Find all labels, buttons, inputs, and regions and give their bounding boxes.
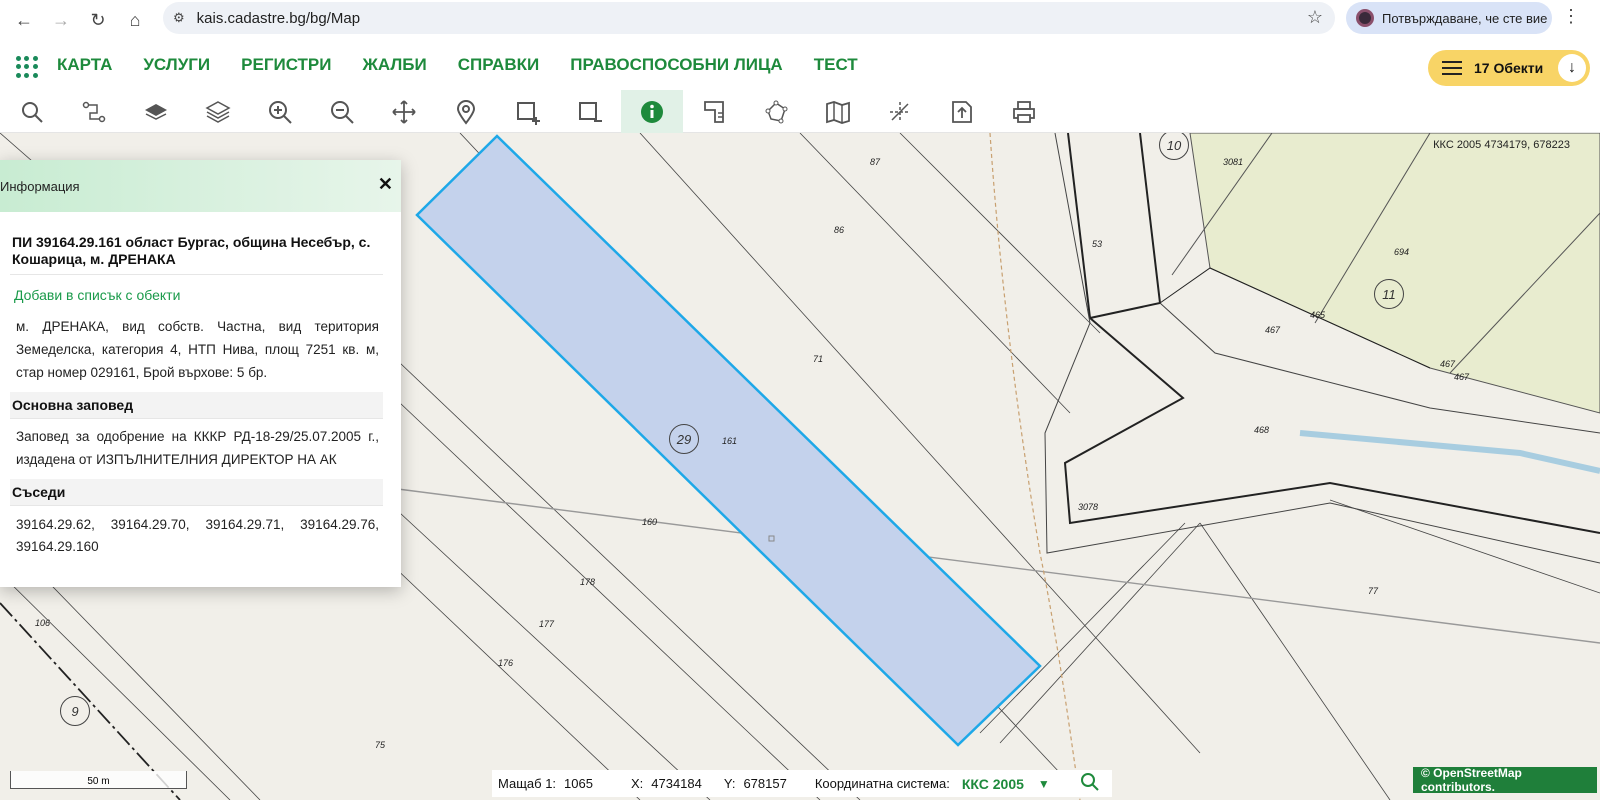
chevron-down-icon[interactable]: ▼	[1038, 777, 1050, 791]
verify-label: Потвърждаване, че сте вие	[1382, 10, 1548, 26]
print-icon[interactable]	[993, 90, 1055, 133]
map-label: 71	[813, 354, 824, 364]
menu-item-map[interactable]: КАРТА	[57, 55, 112, 75]
browser-menu-icon[interactable]: ⋮	[1562, 6, 1580, 27]
section-circle: 9	[60, 696, 90, 726]
profile-avatar	[1356, 9, 1374, 27]
info-panel-title: Информация	[0, 178, 80, 194]
map-label: 467	[1265, 325, 1281, 335]
select-remove-icon[interactable]	[559, 90, 621, 133]
hamburger-icon	[1442, 61, 1462, 75]
section-circle: 29	[669, 424, 699, 454]
scale-bar: 50 m	[10, 771, 187, 789]
add-to-list-link[interactable]: Добави в списък с обекти	[10, 275, 383, 309]
app-navigation: КАРТА УСЛУГИ РЕГИСТРИ ЖАЛБИ СПРАВКИ ПРАВ…	[0, 40, 1600, 90]
map-label: 75	[375, 740, 386, 750]
map-label: 694	[1394, 247, 1410, 257]
address-bar[interactable]: ⚙ kais.cadastre.bg/bg/Map ☆	[163, 2, 1335, 34]
browser-chrome: ← → ↻ ⌂ ⚙ kais.cadastre.bg/bg/Map ☆ Потв…	[0, 0, 1600, 40]
layers-icon[interactable]	[125, 90, 187, 133]
crs-select[interactable]: ККС 2005	[962, 776, 1024, 792]
site-info-icon[interactable]: ⚙	[173, 10, 185, 26]
arrow-down-icon[interactable]: ↓	[1558, 54, 1586, 82]
search-icon[interactable]	[1, 90, 63, 133]
map-label: 77	[1368, 586, 1379, 596]
x-label: X:	[630, 776, 644, 791]
export-icon[interactable]	[931, 90, 993, 133]
menu-item-licensed-persons[interactable]: ПРАВОСПОСОБНИ ЛИЦА	[570, 55, 783, 75]
menu-item-test[interactable]: ТЕСТ	[814, 55, 858, 75]
verify-identity-button[interactable]: Потвърждаване, че сте вие	[1346, 2, 1552, 34]
measure-icon[interactable]	[683, 90, 745, 133]
parcel-description: м. ДРЕНАКА, вид собств. Частна, вид тери…	[16, 319, 379, 380]
map-label: 468	[1254, 425, 1270, 435]
order-text: Заповед за одобрение на КККР РД-18-29/25…	[16, 429, 379, 467]
map-label: 3081	[1223, 157, 1244, 167]
bookmark-star-icon[interactable]: ☆	[1307, 7, 1323, 28]
map-label: 3078	[1078, 502, 1099, 512]
menu-item-complaints[interactable]: ЖАЛБИ	[363, 55, 427, 75]
map-label: 176	[498, 658, 514, 668]
info-panel: Информация ✕ ПИ 39164.29.161 област Бург…	[0, 160, 401, 587]
neighbors-heading: Съседи	[10, 479, 383, 506]
scale-value[interactable]: 1065	[564, 776, 593, 791]
map-label: 178	[580, 577, 596, 587]
select-add-icon[interactable]	[497, 90, 559, 133]
map-label: 53	[1092, 239, 1103, 249]
info-icon[interactable]	[621, 90, 683, 133]
objects-button[interactable]: 17 Обекти ↓	[1428, 50, 1590, 86]
pin-icon[interactable]	[435, 90, 497, 133]
scale-label: Мащаб 1:	[498, 776, 557, 791]
crs-label: Координатна система:	[814, 776, 950, 791]
zoom-out-icon[interactable]	[311, 90, 373, 133]
coordinates-readout: ККС 2005 4734179, 678223	[1433, 139, 1570, 151]
section-circle: 11	[1374, 279, 1404, 309]
menu-item-references[interactable]: СПРАВКИ	[458, 55, 540, 75]
map-toolbar	[0, 90, 1600, 133]
map-label: 465	[1310, 310, 1326, 320]
x-value: 4734184	[651, 776, 702, 791]
order-heading: Основна заповед	[10, 392, 383, 419]
forward-icon[interactable]: →	[43, 4, 79, 36]
url-text: kais.cadastre.bg/bg/Map	[196, 9, 361, 27]
apps-grid-icon[interactable]	[16, 56, 38, 78]
osm-attribution[interactable]: © OpenStreetMap contributors.	[1413, 766, 1597, 794]
map-label: 467	[1454, 372, 1470, 382]
pan-icon[interactable]	[373, 90, 435, 133]
cut-icon[interactable]	[869, 90, 931, 133]
y-label: Y:	[723, 776, 736, 791]
layers-stack-icon[interactable]	[187, 90, 249, 133]
map-label: 177	[539, 619, 555, 629]
map-label: 86	[834, 225, 845, 235]
info-panel-header: Информация ✕	[0, 160, 401, 212]
back-icon[interactable]: ←	[6, 4, 42, 36]
close-icon[interactable]: ✕	[378, 174, 393, 195]
polygon-icon[interactable]	[745, 90, 807, 133]
map-label: 87	[870, 157, 881, 167]
map-label: 160	[642, 517, 658, 527]
map-icon[interactable]	[807, 90, 869, 133]
y-value: 678157	[743, 776, 787, 791]
status-bar: Мащаб 1: 1065 X: 4734184 Y: 678157 Коорд…	[492, 770, 1112, 797]
main-menu: КАРТА УСЛУГИ РЕГИСТРИ ЖАЛБИ СПРАВКИ ПРАВ…	[57, 40, 889, 90]
parcel-title: ПИ 39164.29.161 област Бургас, община Не…	[10, 212, 383, 275]
coordinate-search-icon[interactable]	[1080, 772, 1100, 795]
menu-item-services[interactable]: УСЛУГИ	[143, 55, 210, 75]
map-label: 106	[35, 618, 51, 628]
neighbors-list: 39164.29.62, 39164.29.70, 39164.29.71, 3…	[16, 517, 379, 554]
objects-label: 17 Обекти	[1474, 60, 1544, 76]
route-icon[interactable]	[63, 90, 125, 133]
zoom-in-icon[interactable]	[249, 90, 311, 133]
home-icon[interactable]: ⌂	[117, 4, 153, 36]
map-label: 467	[1440, 359, 1456, 369]
reload-icon[interactable]: ↻	[80, 4, 116, 36]
map-label: 161	[722, 436, 738, 446]
menu-item-registers[interactable]: РЕГИСТРИ	[241, 55, 331, 75]
